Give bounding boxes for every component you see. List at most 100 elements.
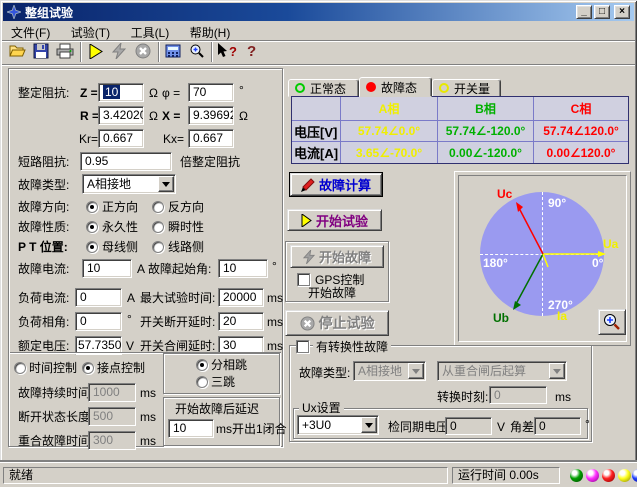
close-button[interactable]: × (614, 5, 630, 19)
close-delay-unit: ms (267, 339, 283, 353)
radio-reverse[interactable] (152, 201, 164, 213)
context-help-icon[interactable]: ? (217, 42, 239, 60)
chevron-down-icon[interactable] (158, 176, 174, 192)
radio-bus-side-label[interactable]: 母线侧 (102, 240, 138, 254)
fault-duration-unit: ms (140, 386, 156, 400)
r-label: R = (80, 109, 99, 123)
fault-current-input[interactable]: 10 (82, 259, 132, 278)
toolbar-separator (158, 42, 160, 62)
red-circle-icon (366, 82, 376, 92)
led-yellow (618, 469, 631, 482)
gps-checkbox[interactable] (297, 273, 310, 286)
fault-type-combo[interactable]: A相接地 (82, 174, 176, 194)
radio-transient-label[interactable]: 瞬时性 (168, 220, 204, 234)
angle-diff-input[interactable]: 0 (534, 417, 581, 435)
tab-switch-label: 开关量 (454, 80, 490, 97)
radio-three-trip-label[interactable]: 三跳 (211, 375, 235, 389)
maximize-button[interactable]: □ (594, 5, 610, 19)
radio-time-control[interactable] (14, 362, 26, 374)
menu-bar: 文件(F) 试验(T) 工具(L) 帮助(H) (3, 22, 634, 40)
row-label-voltage: 电压[V] (292, 121, 340, 141)
open-delay-label: 开关断开延时: (140, 315, 215, 329)
tab-switch-state[interactable]: 开关量 (432, 79, 501, 97)
x-input[interactable]: 9.39692 (188, 106, 234, 125)
pen-icon (301, 178, 315, 192)
minimize-button[interactable]: _ (576, 5, 592, 19)
max-time-unit: ms (267, 291, 283, 305)
title-bar[interactable]: 整组试验 _ □ × (3, 3, 634, 21)
radio-three-trip[interactable] (196, 376, 208, 388)
open-delay-input[interactable]: 20 (218, 312, 264, 331)
short-impedance-input[interactable]: 0.95 (80, 152, 172, 171)
zoom-icon[interactable] (188, 42, 206, 60)
kx-label: Kx= (163, 132, 184, 146)
radio-line-side-label[interactable]: 线路侧 (168, 240, 204, 254)
fault-calc-button[interactable]: 故障计算 (290, 173, 382, 196)
fault-dir-label: 故障方向: (18, 200, 69, 214)
radio-phase-trip-label[interactable]: 分相跳 (211, 358, 247, 372)
start-test-icon[interactable] (87, 42, 105, 60)
gps-label-line1[interactable]: GPS控制 (315, 273, 364, 287)
kx-input[interactable]: 0.667 (188, 129, 234, 148)
kr-input[interactable]: 0.667 (98, 129, 144, 148)
phasor-zoom-button[interactable] (598, 309, 626, 335)
fault-current-label: 故障电流: (18, 262, 69, 276)
help-icon[interactable]: ? (243, 42, 261, 60)
sync-voltage-input[interactable]: 0 (445, 417, 492, 435)
print-icon[interactable] (56, 42, 74, 60)
fault-type-value: A相接地 (87, 177, 131, 191)
transition-fault-title[interactable]: 有转换性故障 (313, 341, 391, 354)
sync-voltage-unit: V (497, 420, 505, 434)
x-label: X = (162, 109, 180, 123)
chevron-down-icon[interactable] (361, 417, 377, 433)
tab-normal-label: 正常态 (310, 80, 346, 97)
radio-permanent-label[interactable]: 永久性 (102, 220, 138, 234)
phi-input[interactable]: 70 (188, 83, 234, 102)
fault-current-unit: A (137, 262, 145, 276)
ux-settings-title: Ux设置 (299, 402, 344, 415)
radio-forward[interactable] (86, 201, 98, 213)
open-file-icon[interactable] (8, 42, 26, 60)
stop-test-icon[interactable] (134, 42, 152, 60)
radio-phase-trip[interactable] (196, 359, 208, 371)
col-header-c: C相 (534, 97, 628, 120)
radio-contact-control[interactable] (82, 362, 94, 374)
fault-angle-input[interactable]: 10 (218, 259, 268, 278)
radio-permanent[interactable] (86, 221, 98, 233)
radio-contact-control-label[interactable]: 接点控制 (97, 361, 145, 375)
radio-line-side[interactable] (152, 241, 164, 253)
start-fault-icon[interactable] (110, 42, 128, 60)
reclose-time-input: 300 (88, 431, 136, 450)
radio-time-control-label[interactable]: 时间控制 (29, 361, 77, 375)
ux-value: +3U0 (302, 418, 331, 432)
z-input[interactable]: 10 (98, 83, 144, 102)
transition-fault-checkbox[interactable] (296, 340, 309, 353)
vector-uc-label: Uc (497, 188, 512, 200)
gps-label-line2: 开始故障 (308, 286, 356, 300)
max-time-input[interactable]: 20000 (218, 288, 264, 307)
radio-forward-label[interactable]: 正方向 (102, 200, 138, 214)
status-bar: 就绪 运行时间 0.00s (0, 462, 637, 487)
calculator-icon[interactable] (164, 42, 182, 60)
led-blue (632, 469, 637, 482)
delay-input[interactable]: 10 (168, 419, 214, 438)
radio-bus-side[interactable] (86, 241, 98, 253)
start-fault-label: 开始故障 (319, 247, 371, 266)
radio-reverse-label[interactable]: 反方向 (168, 200, 204, 214)
save-icon[interactable] (32, 42, 50, 60)
r-input[interactable]: 3.42020 (98, 106, 144, 125)
led-red (602, 469, 615, 482)
green-circle-icon (295, 83, 305, 93)
radio-transient[interactable] (152, 221, 164, 233)
start-test-button[interactable]: 开始试验 (287, 209, 382, 231)
load-angle-input[interactable]: 0 (75, 312, 122, 331)
svg-text:?: ? (229, 44, 237, 59)
tab-normal-state[interactable]: 正常态 (288, 79, 359, 97)
led-magenta (586, 469, 599, 482)
max-time-label: 最大试验时间: (140, 291, 215, 305)
tab-fault-state[interactable]: 故障态 (359, 77, 432, 97)
load-current-input[interactable]: 0 (75, 288, 122, 307)
impedance-label: 整定阻抗: (18, 86, 69, 100)
ux-combo[interactable]: +3U0 (297, 415, 379, 435)
vector-ua-label: Ua (603, 238, 618, 250)
